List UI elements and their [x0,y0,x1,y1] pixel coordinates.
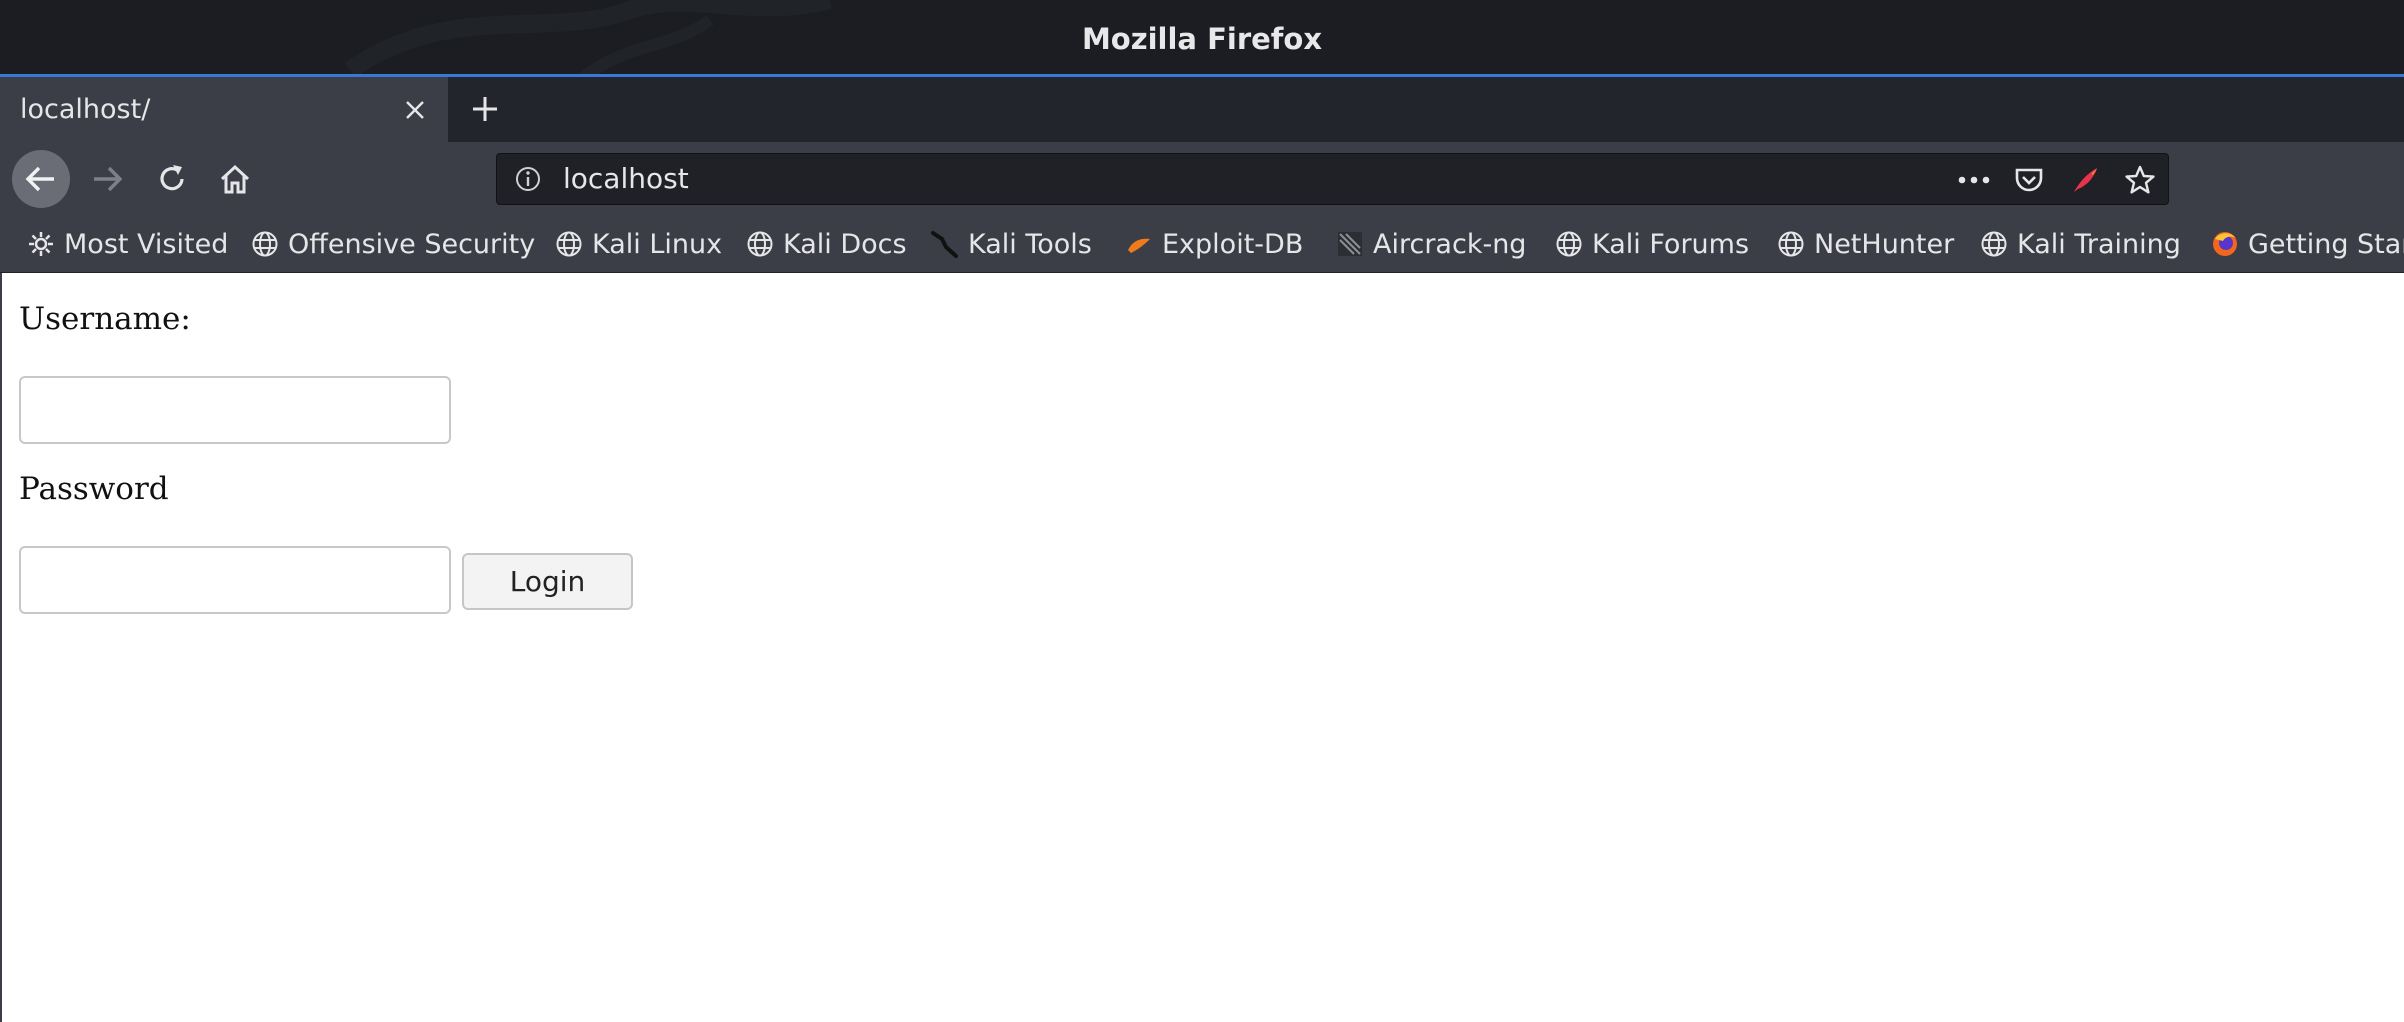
window-titlebar: Mozilla Firefox [0,0,2404,77]
password-label: Password [19,471,169,507]
bookmark-most-visited[interactable]: Most Visited [26,216,228,272]
forward-arrow-icon[interactable] [78,150,136,208]
globe-icon [745,229,775,259]
username-input[interactable] [19,376,451,444]
tab-localhost[interactable]: localhost/ [0,77,448,142]
globe-icon [554,229,584,259]
globe-icon [1776,229,1806,259]
bookmark-label: Kali Docs [783,228,907,260]
username-label: Username: [19,301,191,337]
pocket-icon[interactable] [2011,162,2047,198]
close-icon[interactable] [396,91,434,129]
bookmark-kali-linux[interactable]: Kali Linux [554,216,722,272]
info-icon[interactable] [513,164,543,194]
bookmark-getting-started[interactable]: Getting Star [2210,216,2404,272]
globe-icon [250,229,280,259]
url-bar[interactable]: localhost [496,153,2169,205]
password-input[interactable] [19,546,451,614]
bookmark-label: Offensive Security [288,228,536,260]
bookmarks-toolbar: Most Visited Offensive Security Kali Lin… [0,216,2404,273]
bookmark-kali-tools[interactable]: Kali Tools [930,216,1092,272]
feather-icon[interactable] [2067,162,2103,198]
login-button[interactable]: Login [462,553,633,610]
bookmark-label: Getting Star [2248,228,2404,260]
bookmark-kali-forums[interactable]: Kali Forums [1554,216,1749,272]
star-icon[interactable] [2122,162,2158,198]
bookmark-label: Kali Linux [592,228,723,260]
bookmark-label: NetHunter [1814,228,1955,260]
bookmark-label: Kali Tools [968,228,1092,260]
kali-tools-icon [930,229,960,259]
globe-icon [1979,229,2009,259]
globe-icon [1554,229,1584,259]
home-icon[interactable] [206,150,264,208]
bookmark-kali-training[interactable]: Kali Training [1979,216,2181,272]
bookmark-kali-docs[interactable]: Kali Docs [745,216,907,272]
page-content: Username: Password Login [0,273,2404,1022]
gear-icon [26,229,56,259]
bookmark-offensive-security[interactable]: Offensive Security [250,216,535,272]
plus-icon[interactable] [464,88,506,130]
reload-icon[interactable] [143,150,201,208]
bookmark-label: Kali Training [2017,228,2181,260]
navigation-toolbar: localhost [0,142,2404,216]
bookmark-label: Most Visited [64,228,229,260]
tab-strip: localhost/ [0,77,2404,142]
url-text[interactable]: localhost [563,154,689,204]
aircrack-icon [1335,229,1365,259]
firefox-icon [2210,229,2240,259]
bookmark-label: Kali Forums [1592,228,1750,260]
tab-title: localhost/ [20,94,151,125]
more-icon[interactable] [1956,162,1992,198]
bookmark-exploit-db[interactable]: Exploit-DB [1124,216,1303,272]
bookmark-label: Exploit-DB [1162,228,1304,260]
window-title: Mozilla Firefox [1081,22,1323,56]
back-arrow-icon[interactable] [12,150,70,208]
bookmark-label: Aircrack-ng [1373,228,1527,260]
bookmark-nethunter[interactable]: NetHunter [1776,216,1954,272]
bookmark-aircrack-ng[interactable]: Aircrack-ng [1335,216,1526,272]
exploit-db-icon [1124,229,1154,259]
